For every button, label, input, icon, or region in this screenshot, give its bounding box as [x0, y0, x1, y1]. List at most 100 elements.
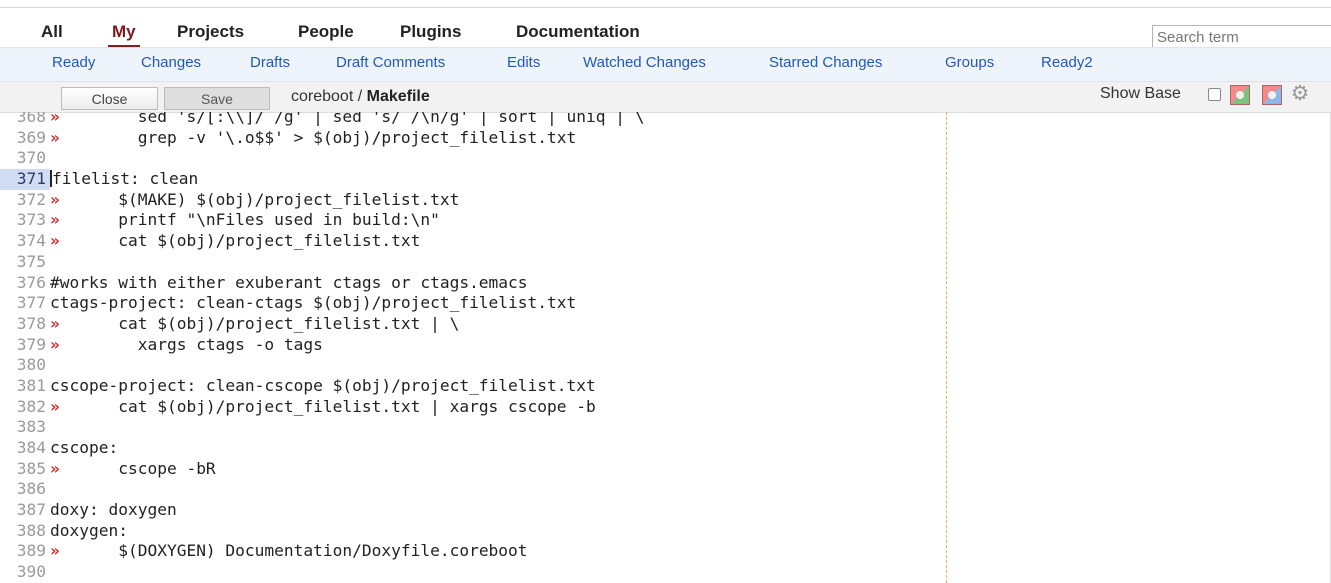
top-tab-people[interactable]: People: [294, 21, 358, 45]
code-text: cscope-project: clean-cscope $(obj)/proj…: [50, 375, 596, 395]
tab-marker: »: [50, 112, 60, 126]
code-line[interactable]: 371 filelist: clean: [0, 169, 645, 190]
line-number: 375: [16, 251, 46, 271]
code-line[interactable]: 382» cat $(obj)/project_filelist.txt | x…: [0, 397, 645, 418]
tab-marker: »: [50, 210, 60, 230]
line-number: 383: [16, 417, 46, 437]
code-line[interactable]: 372» $(MAKE) $(obj)/project_filelist.txt: [0, 190, 645, 211]
code-line[interactable]: 387 doxy: doxygen: [0, 500, 645, 521]
diff-icon[interactable]: [1262, 85, 1282, 105]
path-separator: /: [353, 88, 367, 105]
code-text: cscope -bR: [59, 458, 216, 478]
top-tab-my[interactable]: My: [108, 21, 140, 48]
line-number: 381: [16, 375, 46, 395]
tab-marker: »: [50, 231, 60, 251]
code-line[interactable]: 385» cscope -bR: [0, 459, 645, 480]
code-editor[interactable]: 368 » sed 's/[:\\]/ /g' | sed 's/ /\n/g' …: [0, 112, 1331, 583]
file-name: Makefile: [366, 88, 430, 105]
line-number: 379: [16, 334, 46, 354]
code-line[interactable]: 370: [0, 148, 645, 169]
code-line[interactable]: 376 #works with either exuberant ctags or…: [0, 273, 645, 294]
code-line[interactable]: 377 ctags-project: clean-ctags $(obj)/pro…: [0, 293, 645, 314]
code-line[interactable]: 386: [0, 479, 645, 500]
code-text: grep -v '\.o$$' > $(obj)/project_filelis…: [59, 127, 577, 147]
line-number: 390: [16, 562, 46, 582]
tab-marker: »: [50, 127, 60, 147]
code-line[interactable]: 381 cscope-project: clean-cscope $(obj)/p…: [0, 376, 645, 397]
code-text: doxygen:: [50, 520, 128, 540]
sub-tab-starred-changes[interactable]: Starred Changes: [769, 54, 882, 71]
line-number: 385: [16, 458, 46, 478]
line-number: 368: [16, 112, 46, 126]
tab-marker: »: [50, 313, 60, 333]
line-number: 373: [16, 210, 46, 230]
top-tab-all[interactable]: All: [37, 21, 67, 45]
code-line[interactable]: 384 cscope:: [0, 438, 645, 459]
code-line[interactable]: 369» grep -v '\.o$$' > $(obj)/project_fi…: [0, 128, 645, 149]
line-number: 384: [16, 438, 46, 457]
sub-tab-edits[interactable]: Edits: [507, 54, 540, 71]
line-number: 376: [16, 272, 46, 292]
code-line[interactable]: 379» xargs ctags -o tags: [0, 335, 645, 356]
line-number: 388: [16, 520, 46, 540]
file-path: coreboot / Makefile: [291, 88, 430, 106]
line-number: 380: [16, 355, 46, 375]
code-line[interactable]: 390: [0, 562, 645, 583]
tab-marker: »: [50, 458, 60, 478]
code-line[interactable]: 389» $(DOXYGEN) Documentation/Doxyfile.c…: [0, 541, 645, 562]
code-text: $(DOXYGEN) Documentation/Doxyfile.corebo…: [59, 541, 528, 561]
code-text: cat $(obj)/project_filelist.txt | xargs …: [59, 396, 596, 416]
show-base-label: Show Base: [1100, 85, 1181, 102]
code-text: $(MAKE) $(obj)/project_filelist.txt: [59, 189, 460, 209]
code-line[interactable]: 374» cat $(obj)/project_filelist.txt: [0, 231, 645, 252]
top-divider: [0, 7, 1331, 8]
code-line[interactable]: 368 » sed 's/[:\\]/ /g' | sed 's/ /\n/g' …: [0, 112, 645, 128]
gear-icon[interactable]: ⚙: [1290, 83, 1310, 104]
code-line[interactable]: 383: [0, 417, 645, 438]
sub-tab-groups[interactable]: Groups: [945, 54, 994, 71]
code-text: #works with either exuberant ctags or ct…: [50, 272, 528, 292]
print-margin: [946, 112, 947, 583]
code-text: ctags-project: clean-ctags $(obj)/projec…: [50, 293, 577, 313]
tab-marker: »: [50, 189, 60, 209]
code-line[interactable]: 375: [0, 252, 645, 273]
line-number: 387: [16, 500, 46, 520]
project-name[interactable]: coreboot: [291, 88, 353, 105]
code-line[interactable]: 388 doxygen:: [0, 521, 645, 542]
line-number: 374: [16, 231, 46, 251]
code-text: cat $(obj)/project_filelist.txt: [59, 231, 421, 251]
sub-tab-watched-changes[interactable]: Watched Changes: [583, 54, 706, 71]
save-button[interactable]: Save: [164, 87, 270, 110]
top-tab-plugins[interactable]: Plugins: [396, 21, 465, 45]
reload-icon[interactable]: [1230, 85, 1250, 105]
code-line[interactable]: 378» cat $(obj)/project_filelist.txt | \: [0, 314, 645, 335]
sub-tab-ready2[interactable]: Ready2: [1041, 54, 1093, 71]
tab-marker: »: [50, 334, 60, 354]
code-line[interactable]: 373» printf "\nFiles used in build:\n": [0, 210, 645, 231]
line-number: 378: [16, 313, 46, 333]
sub-tab-changes[interactable]: Changes: [141, 54, 201, 71]
top-tab-projects[interactable]: Projects: [173, 21, 248, 45]
sub-menu: Ready Changes Drafts Draft Comments Edit…: [0, 47, 1331, 82]
sub-tab-ready[interactable]: Ready: [52, 54, 95, 71]
code-lines: 368 » sed 's/[:\\]/ /g' | sed 's/ /\n/g' …: [0, 112, 645, 583]
line-number: 389: [16, 541, 46, 561]
code-text: cscope:: [50, 438, 119, 457]
top-tab-documentation[interactable]: Documentation: [512, 21, 644, 45]
code-text: printf "\nFiles used in build:\n": [59, 210, 440, 230]
line-number: 370: [16, 148, 46, 168]
code-text: cat $(obj)/project_filelist.txt | \: [59, 313, 460, 333]
show-base-checkbox[interactable]: [1208, 88, 1221, 101]
line-number: 382: [16, 396, 46, 416]
editor-toolbar: Close Save coreboot / Makefile Show Base…: [0, 81, 1331, 113]
code-line[interactable]: 380: [0, 355, 645, 376]
sub-tab-draft-comments[interactable]: Draft Comments: [336, 54, 445, 71]
line-number: 372: [16, 189, 46, 209]
code-text: doxy: doxygen: [50, 500, 177, 520]
close-button[interactable]: Close: [61, 87, 158, 110]
line-number: 371: [0, 169, 50, 190]
code-text: sed 's/[:\\]/ /g' | sed 's/ /\n/g' | sor…: [59, 112, 645, 126]
sub-tab-drafts[interactable]: Drafts: [250, 54, 290, 71]
tab-marker: »: [50, 541, 60, 561]
line-number: 369: [16, 127, 46, 147]
